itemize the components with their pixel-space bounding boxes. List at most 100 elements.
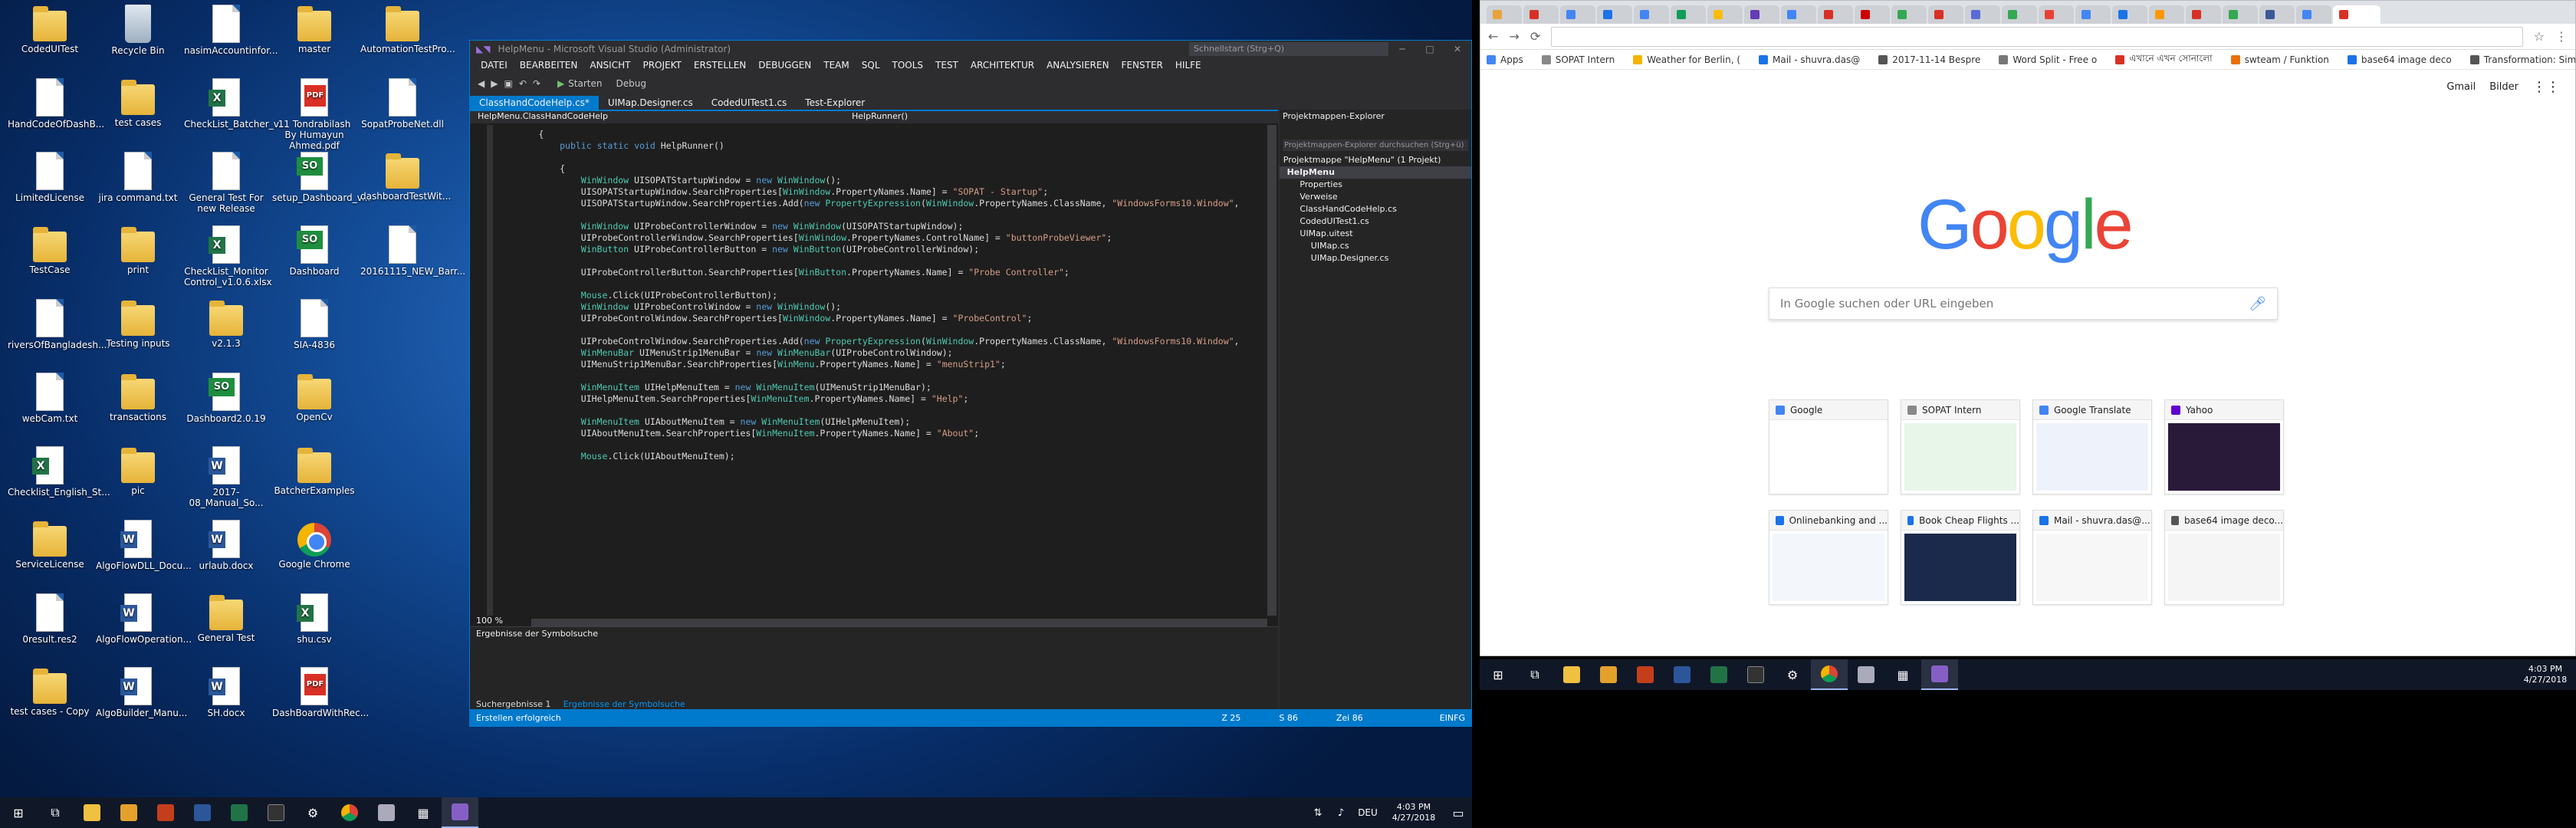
tab-classhandcodehelp[interactable]: ClassHandCodeHelp.cs* [470, 96, 599, 110]
desktop-icon[interactable]: v2.1.3 [184, 299, 268, 349]
code-line[interactable]: public static void HelpRunner() [496, 140, 724, 152]
terminal-icon-right[interactable] [1737, 659, 1774, 690]
close-icon[interactable]: ✕ [1444, 44, 1471, 54]
browser-tab[interactable] [2333, 5, 2380, 24]
vertical-scrollbar[interactable] [1267, 125, 1276, 616]
code-line[interactable]: UIProbeControlWindow.SearchProperties[Wi… [496, 312, 1033, 324]
menu-ansicht[interactable]: ANSICHT [583, 60, 636, 71]
desktop-icon[interactable]: HandCodeOfDashB... [8, 78, 104, 130]
desktop-icon[interactable]: SO Dashboard2.0.19 [184, 373, 268, 424]
search-input[interactable]: In Google suchen oder URL eingeben [1780, 297, 2249, 310]
desktop-icon[interactable]: Wurlaub.docx [184, 520, 268, 571]
menu-projekt[interactable]: PROJEKT [636, 60, 687, 71]
browser-tab[interactable] [1965, 5, 2000, 24]
desktop-icon[interactable]: nasimAccountinfor... [184, 5, 278, 56]
code-line[interactable]: UISOPATStartupWindow.SearchProperties.Ad… [496, 197, 1240, 209]
nav-left[interactable]: HelpMenu.ClassHandCodeHelp [470, 111, 838, 123]
browser-tab[interactable] [1928, 5, 1963, 24]
search-box[interactable]: In Google suchen oder URL eingeben 🎤︎ [1769, 288, 2278, 320]
browser-tab[interactable] [1781, 5, 1816, 24]
desktop-icon[interactable]: print [96, 225, 180, 275]
browser-tab[interactable] [1560, 5, 1595, 24]
chrome-window[interactable]: ← → ⟳ ☆ ⋮ Apps SOPAT Intern Weather for Be… [1480, 0, 2576, 656]
snipping-icon-right[interactable] [1848, 659, 1884, 690]
solution-item[interactable]: Projektmappe "HelpMenu" (1 Projekt) [1280, 154, 1471, 166]
browser-tab[interactable] [2149, 5, 2184, 24]
browser-tab[interactable] [1707, 5, 1743, 24]
desktop-icon[interactable]: X Checklist_English_St... [8, 446, 110, 498]
desktop-icon[interactable]: ServiceLicense [8, 520, 92, 570]
desktop-icon[interactable]: SIA-4836 [272, 299, 356, 350]
desktop-icon[interactable]: TestCase [8, 225, 92, 275]
desktop-icon[interactable]: 20161115_NEW_Barr... [360, 225, 465, 277]
browser-tab[interactable] [1855, 5, 1890, 24]
bookmark-star-icon[interactable]: ☆ [2534, 29, 2545, 44]
code-line[interactable]: UIHelpMenuItem.SearchProperties[WinMenuI… [496, 393, 969, 405]
start-button-right[interactable]: ⊞ [1480, 659, 1516, 690]
code-line[interactable]: { [496, 163, 565, 175]
desktop-icon[interactable]: 0result.res2 [8, 593, 92, 645]
browser-tab[interactable] [2039, 5, 2074, 24]
settings-icon[interactable]: ⚙ [294, 797, 331, 828]
menu-fenster[interactable]: FENSTER [1116, 60, 1169, 71]
code-line[interactable]: { [496, 128, 544, 140]
browser-tab[interactable] [2259, 5, 2295, 24]
desktop-icon[interactable]: CodedUITest [8, 5, 92, 54]
desktop-icon[interactable]: SO Dashboard [272, 225, 356, 277]
menu-architektur[interactable]: ARCHITEKTUR [964, 60, 1040, 71]
desktop-icon[interactable]: OpenCv [272, 373, 356, 422]
bookmark-item[interactable]: base64 image deco [2347, 54, 2452, 65]
most-visited-tile[interactable]: Onlinebanking and ... [1769, 510, 1888, 605]
desktop-icon[interactable]: W SH.docx [184, 667, 268, 718]
desktop-icon[interactable]: Xshu.csv [272, 593, 356, 645]
desktop-icon[interactable]: General Test For new Release [184, 152, 268, 214]
bookmark-item[interactable]: swteam / Funktion [2230, 54, 2329, 65]
visual-studio-icon-right[interactable] [1921, 659, 1958, 690]
code-line[interactable]: WinMenuItem UIHelpMenuItem = new WinMenu… [496, 381, 932, 393]
desktop-icon[interactable]: LimitedLicense [8, 152, 92, 203]
solution-item[interactable]: Verweise [1280, 191, 1471, 203]
back-icon[interactable]: ◀ [478, 78, 485, 89]
code-area[interactable]: { public static void HelpRunner() { WinW… [470, 125, 1267, 616]
volume-icon[interactable]: ♪ [1329, 797, 1352, 828]
browser-tab[interactable] [2186, 5, 2221, 24]
forward-icon[interactable]: → [1509, 29, 1519, 44]
code-line[interactable]: UIProbeControlWindow.SearchProperties.Ad… [496, 335, 1240, 347]
desktop-icon[interactable]: General Test [184, 593, 268, 643]
menu-analysieren[interactable]: ANALYSIEREN [1040, 60, 1115, 71]
code-line[interactable]: UIAboutMenuItem.SearchProperties[WinMenu… [496, 427, 979, 439]
quick-launch-input[interactable]: Schnellstart (Strg+Q) [1189, 42, 1388, 56]
terminal-icon[interactable] [258, 797, 294, 828]
solution-search[interactable]: Projektmappen-Explorer durchsuchen (Strg… [1283, 140, 1468, 151]
mic-icon[interactable]: 🎤︎ [2249, 296, 2266, 312]
file-explorer-icon-right[interactable] [1553, 659, 1590, 690]
images-link[interactable]: Bilder [2489, 81, 2518, 93]
minimize-icon[interactable]: ─ [1388, 44, 1416, 54]
menu-test[interactable]: TEST [929, 60, 964, 71]
browser-tab[interactable] [2223, 5, 2258, 24]
browser-tab[interactable] [2075, 5, 2111, 24]
menu-team[interactable]: TEAM [817, 60, 855, 71]
vs-titlebar[interactable]: ◣◥ HelpMenu - Microsoft Visual Studio (A… [470, 41, 1471, 58]
desktop-icon[interactable]: W 2017-08_Manual_So... [184, 446, 268, 508]
desktop-icon[interactable]: test cases - Copy [8, 667, 92, 717]
address-bar[interactable] [1551, 26, 2523, 47]
word-icon-right[interactable] [1664, 659, 1700, 690]
code-line[interactable]: UISOPATStartupWindow.SearchProperties[Wi… [496, 186, 1048, 198]
desktop-icon[interactable]: X CheckList_Monitor Control_v1.0.6.xlsx [184, 225, 272, 288]
code-line[interactable]: WinMenuItem UIAboutMenuItem = new WinMen… [496, 416, 910, 428]
solution-item[interactable]: UIMap.Designer.cs [1280, 252, 1471, 264]
desktop-icon[interactable]: PDF DashBoardWithRec... [272, 667, 369, 718]
code-line[interactable]: WinWindow UIProbeControlWindow = new Win… [496, 301, 841, 313]
outlook-icon[interactable] [110, 797, 147, 828]
browser-tab[interactable] [2002, 5, 2037, 24]
powerpoint-icon[interactable] [147, 797, 184, 828]
most-visited-tile[interactable]: Book Cheap Flights ... [1901, 510, 2020, 605]
desktop-icon[interactable]: BatcherExamples [272, 446, 356, 496]
calculator-icon-right[interactable]: ▦ [1884, 659, 1921, 690]
most-visited-tile[interactable]: base64 image deco... [2164, 510, 2284, 605]
solution-item[interactable]: ClassHandCodeHelp.cs [1280, 203, 1471, 215]
browser-tab[interactable] [1634, 5, 1669, 24]
bookmark-item[interactable]: Word Split - Free o [1999, 54, 2097, 65]
browser-tab[interactable] [1891, 5, 1927, 24]
